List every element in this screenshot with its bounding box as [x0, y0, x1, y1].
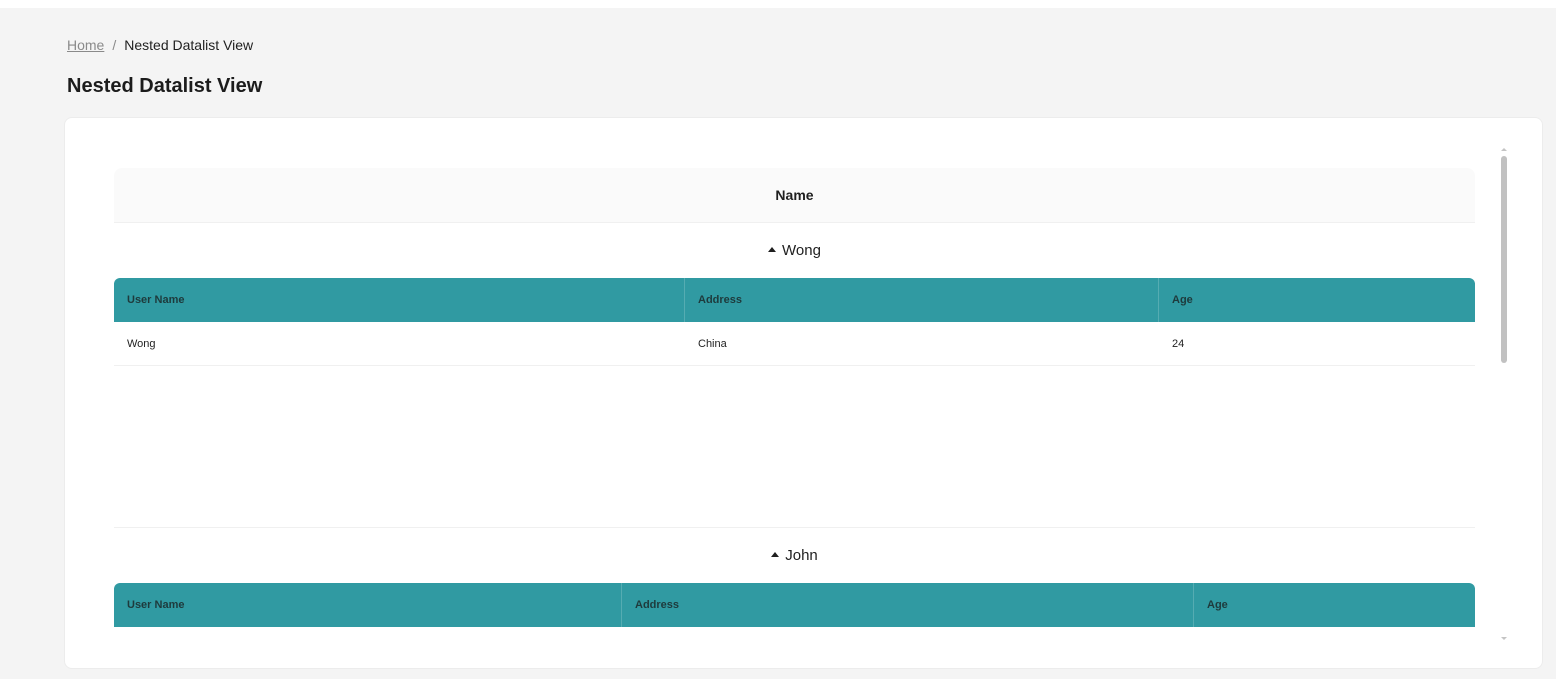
breadcrumb-current: Nested Datalist View	[124, 37, 254, 53]
column-header-address[interactable]: Address	[685, 278, 1159, 322]
top-bar	[0, 0, 1556, 8]
cell-user-name: Wong	[127, 337, 156, 350]
caret-up-icon	[768, 247, 777, 252]
datalist-scroll-area[interactable]: Name Wong User Name Address Age Wong Chi…	[114, 168, 1475, 628]
group-toggle-wong[interactable]: Wong	[114, 223, 1475, 278]
page-title: Nested Datalist View	[67, 75, 263, 97]
caret-up-icon	[771, 552, 780, 557]
group-name: John	[785, 547, 818, 564]
scroll-up-icon[interactable]	[1501, 148, 1507, 151]
column-header-age[interactable]: Age	[1194, 583, 1475, 627]
vertical-scrollbar[interactable]	[1500, 148, 1508, 640]
column-header-user-name[interactable]: User Name	[114, 278, 685, 322]
nested-table-john: User Name Address Age	[114, 583, 1475, 627]
nested-table-header: User Name Address Age	[114, 278, 1475, 322]
breadcrumb-home-link[interactable]: Home	[67, 36, 104, 54]
nested-table-header: User Name Address Age	[114, 583, 1475, 627]
cell-age: 24	[1172, 337, 1185, 350]
group-name: Wong	[782, 242, 821, 259]
breadcrumb-separator: /	[112, 37, 117, 53]
table-row[interactable]: Wong China 24	[114, 322, 1475, 366]
outer-table-header-name[interactable]: Name	[114, 168, 1475, 223]
datalist-card: Name Wong User Name Address Age Wong Chi…	[64, 117, 1543, 669]
group-toggle-john[interactable]: John	[114, 528, 1475, 583]
breadcrumb: Home / Nested Datalist View	[67, 36, 253, 54]
cell-address: China	[698, 337, 727, 350]
scroll-down-icon[interactable]	[1501, 637, 1507, 640]
nested-table-wong: User Name Address Age Wong China 24	[114, 278, 1475, 366]
group-spacer	[114, 366, 1475, 528]
scrollbar-thumb[interactable]	[1501, 156, 1507, 363]
column-header-address[interactable]: Address	[622, 583, 1194, 627]
column-header-user-name[interactable]: User Name	[114, 583, 622, 627]
column-header-age[interactable]: Age	[1159, 278, 1475, 322]
